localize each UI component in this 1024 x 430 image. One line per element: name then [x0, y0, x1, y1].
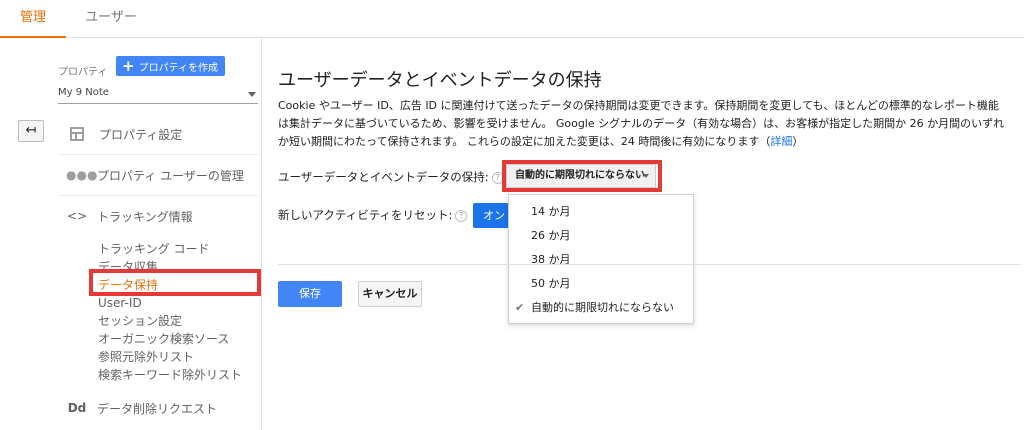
dropdown-option-selected[interactable]: ✔ 自動的に期限切れにならない — [509, 297, 693, 319]
dropdown-option-label: 50 か月 — [531, 277, 571, 290]
property-label: プロパティ — [58, 67, 108, 78]
description-line-3-text: か短い期間にわたって保持されます。 これらの設定に加えた変更は、24 時間後に有… — [278, 135, 771, 148]
save-button[interactable]: 保存 — [278, 281, 342, 307]
dropdown-option-label: 14 か月 — [531, 205, 571, 218]
description-line-2: は集計データに基づいているため、影響を受けません。 Google シグナルのデー… — [278, 117, 1005, 130]
tab-user[interactable]: ユーザー — [80, 0, 142, 38]
sub-tracking-code[interactable]: トラッキング コード — [98, 240, 209, 258]
chevron-down-icon — [248, 92, 256, 97]
property-select[interactable]: My 9 Note — [58, 84, 258, 104]
sub-referral-exclusion[interactable]: 参照元除外リスト — [98, 348, 194, 366]
retention-row: ユーザーデータとイベントデータの保持:? — [278, 169, 504, 185]
description: Cookie やユーザー ID、広告 ID に関連付けて送ったデータの保持期間は… — [278, 97, 1018, 151]
people-icon: ●●● — [66, 168, 98, 182]
highlight-box-retention-select — [502, 160, 662, 192]
property-column: プロパティ + プロパティを作成 My 9 Note ↤ プロパティ設定 ●●●… — [0, 38, 262, 430]
back-arrow-icon[interactable]: ↤ — [18, 120, 44, 142]
nav-data-deletion-label: データ削除リクエスト — [97, 401, 218, 416]
nav-property-settings[interactable]: プロパティ設定 — [66, 122, 256, 146]
sub-user-id[interactable]: User-ID — [98, 294, 142, 312]
highlight-box-data-retention — [89, 269, 261, 296]
description-end: ） — [792, 135, 804, 148]
divider — [58, 154, 262, 155]
nav-user-management-label: プロパティ ユーザーの管理 — [97, 168, 244, 183]
code-icon: <> — [66, 209, 88, 223]
reset-toggle-button[interactable]: オン — [473, 203, 509, 228]
dropdown-option[interactable]: 26 か月 — [509, 225, 693, 247]
cancel-button[interactable]: キャンセル — [358, 281, 422, 307]
dropdown-option[interactable]: 38 か月 — [509, 249, 693, 271]
dd-icon: Dd — [67, 401, 87, 415]
dropdown-option[interactable]: 14 か月 — [509, 201, 693, 223]
divider — [278, 264, 1020, 265]
learn-more-link[interactable]: 詳細 — [770, 135, 792, 148]
sub-search-term-exclusion[interactable]: 検索キーワード除外リスト — [98, 366, 242, 384]
page-title: ユーザーデータとイベントデータの保持 — [278, 70, 602, 91]
nav-property-settings-label: プロパティ設定 — [99, 127, 183, 142]
help-icon[interactable]: ? — [455, 209, 468, 222]
create-property-button[interactable]: + プロパティを作成 — [116, 56, 225, 76]
retention-dropdown-menu: 14 か月 26 か月 38 か月 50 か月 ✔ 自動的に期限切れにならない — [508, 194, 694, 324]
description-line-1: Cookie やユーザー ID、広告 ID に関連付けて送ったデータの保持期間は… — [278, 99, 999, 112]
top-tab-bar: 管理 ユーザー — [0, 0, 1024, 38]
reset-row: 新しいアクティビティをリセット:? — [278, 207, 468, 223]
sub-session-settings[interactable]: セッション設定 — [98, 312, 182, 330]
dropdown-option-label: 自動的に期限切れにならない — [531, 301, 674, 314]
reset-label: 新しいアクティビティをリセット: — [278, 208, 453, 222]
settings-panel-icon — [70, 127, 84, 141]
dropdown-option-label: 38 か月 — [531, 253, 571, 266]
retention-label: ユーザーデータとイベントデータの保持: — [278, 170, 489, 184]
checkmark-icon: ✔ — [515, 301, 525, 314]
dropdown-option-label: 26 か月 — [531, 229, 571, 242]
create-property-label: プロパティを作成 — [138, 62, 218, 74]
nav-user-management[interactable]: ●●● プロパティ ユーザーの管理 — [66, 163, 256, 187]
nav-tracking-info-label: トラッキング情報 — [97, 209, 193, 224]
property-select-value: My 9 Note — [58, 87, 109, 98]
plus-icon: + — [122, 57, 135, 75]
nav-data-deletion[interactable]: Dd データ削除リクエスト — [66, 396, 256, 420]
tab-admin[interactable]: 管理 — [0, 0, 66, 38]
dropdown-option[interactable]: 50 か月 — [509, 273, 693, 295]
description-line-3: か短い期間にわたって保持されます。 これらの設定に加えた変更は、24 時間後に有… — [278, 133, 1018, 151]
nav-tracking-info[interactable]: <> トラッキング情報 — [66, 204, 256, 228]
sub-organic-sources[interactable]: オーガニック検索ソース — [98, 330, 229, 348]
divider — [58, 195, 262, 196]
